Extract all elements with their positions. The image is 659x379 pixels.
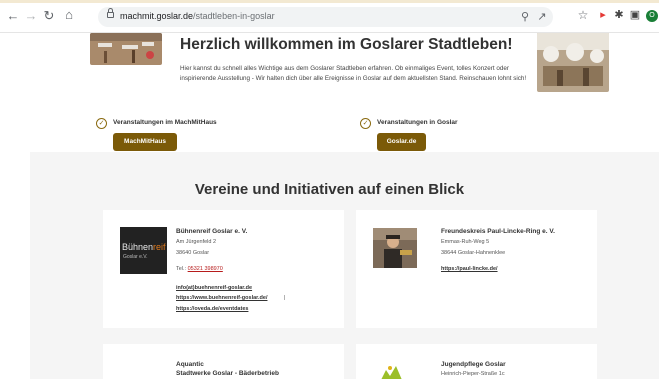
card-phone: Tel.: 05321 398970 xyxy=(176,266,223,272)
hero-image-right xyxy=(537,33,609,92)
card-name: Jugendpflege Goslar xyxy=(441,361,506,368)
association-card: Bühnenreif Goslar e.V. Bühnenreif Goslar… xyxy=(103,210,344,328)
phone-link[interactable]: 05321 398970 xyxy=(188,266,223,272)
card-name: Freundeskreis Paul-Lincke-Ring e. V. xyxy=(441,228,555,235)
card-street: Am Jürgenfeld 2 xyxy=(176,239,217,245)
side-panel-icon[interactable]: ▣ xyxy=(628,8,642,22)
card-name: Aquantic xyxy=(176,361,204,368)
page-content: Herzlich willkommen im Goslarer Stadtleb… xyxy=(0,33,659,379)
card-subtitle: Stadtwerke Goslar - Bäderbetrieb xyxy=(176,370,279,377)
buehnenreif-logo: Bühnenreif Goslar e.V. xyxy=(120,227,167,274)
jugendpflege-logo xyxy=(381,366,402,379)
association-card: Aquantic Stadtwerke Goslar - Bäderbetrie… xyxy=(103,344,344,379)
event-label-goslar: Veranstaltungen in Goslar xyxy=(377,119,458,126)
profile-avatar-icon[interactable]: O xyxy=(646,10,658,22)
card-city: 38640 Goslar xyxy=(176,250,210,256)
reload-icon[interactable]: ↻ xyxy=(42,9,56,23)
url-text[interactable]: machmit.goslar.de/stadtleben-in-goslar xyxy=(120,11,275,21)
back-arrow-icon[interactable]: ← xyxy=(6,9,20,23)
section-title: Vereine und Initiativen auf einen Blick xyxy=(194,181,465,198)
paul-lincke-photo xyxy=(373,228,417,268)
forward-arrow-icon[interactable]: → xyxy=(24,9,38,23)
hero-image-left xyxy=(90,33,162,65)
goslar-de-button[interactable]: Goslar.de xyxy=(377,133,426,151)
association-card: Freundeskreis Paul-Lincke-Ring e. V. Emm… xyxy=(356,210,597,328)
bookmark-star-icon[interactable]: ☆ xyxy=(576,8,590,22)
share-icon[interactable]: ↗ xyxy=(535,10,549,24)
email-link[interactable]: info(at)buehnenreif-goslar.de xyxy=(176,285,252,291)
event-label-machmithaus: Veranstaltungen im MachMitHaus xyxy=(113,119,217,126)
link-separator: | xyxy=(284,295,286,301)
card-name: Bühnenreif Goslar e. V. xyxy=(176,228,248,235)
card-street: Emmas-Ruh-Weg 5 xyxy=(441,239,490,245)
zoom-icon[interactable]: ⚲ xyxy=(518,10,532,24)
hero-description: Hier kannst du schnell alles Wichtige au… xyxy=(180,65,527,82)
machmithaus-button[interactable]: MachMitHaus xyxy=(113,133,177,151)
extension-megaphone-icon[interactable]: ▸ xyxy=(596,8,610,22)
card-city: 38644 Goslar-Hahnenklee xyxy=(441,250,506,256)
eventdates-link[interactable]: https://oveda.de/eventdates xyxy=(176,306,248,312)
lock-icon[interactable] xyxy=(107,8,114,18)
website-link[interactable]: https://paul-lincke.de/ xyxy=(441,266,498,272)
address-bar[interactable]: machmit.goslar.de/stadtleben-in-goslar ⚲… xyxy=(98,7,553,27)
browser-toolbar: ← → ↻ ⌂ machmit.goslar.de/stadtleben-in-… xyxy=(0,0,659,33)
association-card: Jugendpflege Goslar Heinrich-Pieper-Stra… xyxy=(356,344,597,379)
check-circle-icon: ✓ xyxy=(360,118,371,129)
check-circle-icon: ✓ xyxy=(96,118,107,129)
top-banner-strip xyxy=(0,0,659,3)
website-link[interactable]: https://www.buehnenreif-goslar.de/ xyxy=(176,295,267,301)
home-icon[interactable]: ⌂ xyxy=(62,8,76,22)
page-title: Herzlich willkommen im Goslarer Stadtleb… xyxy=(180,36,513,53)
card-street: Heinrich-Pieper-Straße 1c xyxy=(441,371,505,377)
extensions-puzzle-icon[interactable]: ✱ xyxy=(612,8,626,22)
